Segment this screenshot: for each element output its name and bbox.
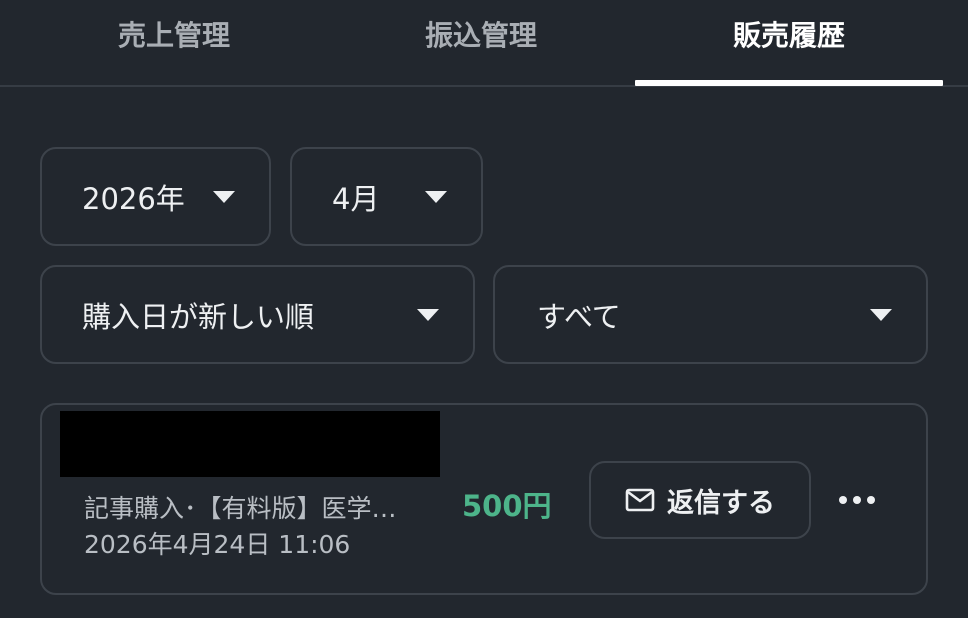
category-select[interactable]: すべて: [493, 265, 928, 364]
sort-select[interactable]: 購入日が新しい順: [40, 265, 475, 364]
tab-sales-management[interactable]: 売上管理: [20, 0, 328, 87]
chevron-down-icon: [870, 308, 892, 321]
active-tab-indicator: [635, 80, 943, 86]
more-horizontal-icon: [867, 496, 875, 504]
month-select-value: 4月: [332, 181, 380, 216]
tab-transfer-management[interactable]: 振込管理: [327, 0, 635, 87]
category-select-value: すべて: [537, 299, 621, 334]
year-select[interactable]: 2026年: [40, 147, 271, 246]
sale-item-card: 記事購入･【有料版】医学… 2026年4月24日 11:06 500円 返信する: [40, 403, 928, 595]
tab-label: 販売履歴: [732, 19, 845, 52]
tab-label: 売上管理: [117, 19, 230, 52]
reply-button-label: 返信する: [667, 487, 775, 519]
sort-select-value: 購入日が新しい順: [82, 299, 315, 334]
year-select-value: 2026年: [82, 181, 185, 216]
more-options-button[interactable]: [832, 483, 882, 517]
chevron-down-icon: [417, 308, 439, 321]
chevron-down-icon: [425, 190, 447, 203]
mail-icon: [625, 488, 655, 512]
sale-price: 500円: [462, 489, 552, 523]
more-horizontal-icon: [853, 496, 861, 504]
chevron-down-icon: [213, 190, 235, 203]
tab-bar: 売上管理 振込管理 販売履歴: [0, 0, 968, 87]
tab-sales-history[interactable]: 販売履歴: [635, 0, 943, 87]
redacted-title: [60, 411, 440, 477]
tab-label: 振込管理: [424, 19, 537, 52]
more-horizontal-icon: [839, 496, 847, 504]
sale-datetime: 2026年4月24日 11:06: [84, 530, 351, 559]
reply-button[interactable]: 返信する: [589, 461, 811, 539]
sale-description: 記事購入･【有料版】医学…: [84, 494, 397, 523]
month-select[interactable]: 4月: [290, 147, 483, 246]
